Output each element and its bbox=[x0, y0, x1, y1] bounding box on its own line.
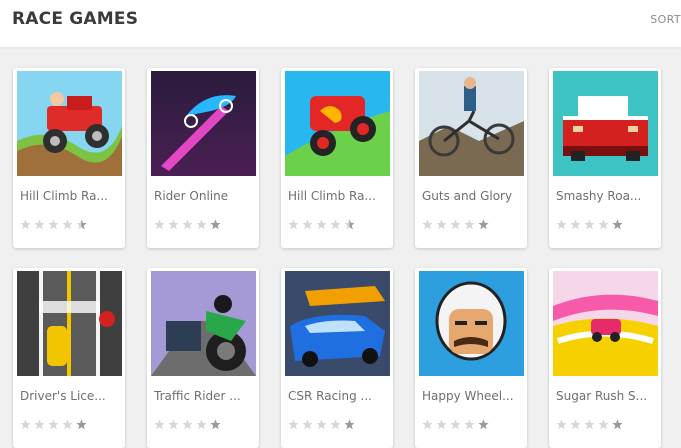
rider-online-icon bbox=[151, 71, 256, 176]
games-grid: Hill Climb Ra... Rider Online Hill Climb… bbox=[0, 0, 681, 448]
star-icon bbox=[330, 419, 341, 430]
star-icon bbox=[422, 419, 433, 430]
star-icon bbox=[34, 419, 45, 430]
guts-and-glory-icon bbox=[419, 71, 524, 176]
game-card[interactable]: Hill Climb Ra... bbox=[281, 68, 393, 248]
hill-climb-racing-2-icon bbox=[285, 71, 390, 176]
star-icon bbox=[168, 419, 179, 430]
star-icon bbox=[464, 419, 475, 430]
sort-button[interactable]: SORT bbox=[650, 13, 681, 26]
rating-stars bbox=[556, 219, 623, 231]
star-icon bbox=[344, 419, 355, 430]
star-icon bbox=[302, 219, 313, 230]
game-title: Traffic Rider ... bbox=[154, 389, 241, 403]
star-icon bbox=[154, 419, 165, 430]
star-icon bbox=[436, 219, 447, 230]
star-icon bbox=[76, 419, 87, 430]
star-icon bbox=[556, 219, 567, 230]
traffic-rider-icon bbox=[151, 271, 256, 376]
star-icon bbox=[344, 219, 355, 230]
csr-racing-icon bbox=[285, 271, 390, 376]
star-icon bbox=[182, 219, 193, 230]
star-icon bbox=[62, 419, 73, 430]
star-icon bbox=[48, 219, 59, 230]
game-card[interactable]: Hill Climb Ra... bbox=[13, 68, 125, 248]
star-icon bbox=[584, 219, 595, 230]
game-title: Rider Online bbox=[154, 189, 229, 203]
star-icon bbox=[196, 419, 207, 430]
rating-stars bbox=[20, 419, 87, 431]
star-icon bbox=[556, 419, 567, 430]
rating-stars bbox=[556, 419, 623, 431]
rating-stars bbox=[288, 419, 355, 431]
star-icon bbox=[330, 219, 341, 230]
game-card[interactable]: CSR Racing ... bbox=[281, 268, 393, 448]
game-title: Sugar Rush S... bbox=[556, 389, 648, 403]
star-icon bbox=[182, 419, 193, 430]
star-icon bbox=[168, 219, 179, 230]
star-icon bbox=[20, 219, 31, 230]
game-card[interactable]: Rider Online bbox=[147, 68, 259, 248]
star-icon bbox=[478, 419, 489, 430]
star-icon bbox=[570, 219, 581, 230]
game-card[interactable]: Guts and Glory bbox=[415, 68, 527, 248]
game-card[interactable]: Happy Wheel... bbox=[415, 268, 527, 448]
star-icon bbox=[316, 219, 327, 230]
star-icon bbox=[570, 419, 581, 430]
star-icon bbox=[20, 419, 31, 430]
star-icon bbox=[316, 419, 327, 430]
sugar-rush-icon bbox=[553, 271, 658, 376]
game-title: Guts and Glory bbox=[422, 189, 513, 203]
star-icon bbox=[464, 219, 475, 230]
game-title: CSR Racing ... bbox=[288, 389, 372, 403]
star-icon bbox=[210, 419, 221, 430]
star-icon bbox=[210, 219, 221, 230]
star-icon bbox=[76, 219, 87, 230]
game-title: Hill Climb Ra... bbox=[20, 189, 108, 203]
rating-stars bbox=[20, 219, 87, 231]
game-title: Happy Wheel... bbox=[422, 389, 514, 403]
star-icon bbox=[612, 219, 623, 230]
rating-stars bbox=[288, 219, 355, 231]
game-card[interactable]: Driver's Lice... bbox=[13, 268, 125, 448]
game-card[interactable]: Traffic Rider ... bbox=[147, 268, 259, 448]
star-icon bbox=[288, 219, 299, 230]
happy-wheels-icon bbox=[419, 271, 524, 376]
star-icon bbox=[34, 219, 45, 230]
hill-climb-racing-icon bbox=[17, 71, 122, 176]
star-icon bbox=[436, 419, 447, 430]
game-card[interactable]: Smashy Roa... bbox=[549, 68, 661, 248]
star-icon bbox=[584, 419, 595, 430]
page-header: RACE GAMES SORT bbox=[0, 0, 681, 47]
smashy-road-icon bbox=[553, 71, 658, 176]
star-icon bbox=[302, 419, 313, 430]
star-icon bbox=[598, 219, 609, 230]
star-icon bbox=[48, 419, 59, 430]
star-icon bbox=[478, 219, 489, 230]
rating-stars bbox=[154, 219, 221, 231]
star-icon bbox=[450, 419, 461, 430]
game-title: Smashy Roa... bbox=[556, 189, 642, 203]
game-title: Hill Climb Ra... bbox=[288, 189, 376, 203]
game-card[interactable]: Sugar Rush S... bbox=[549, 268, 661, 448]
star-icon bbox=[196, 219, 207, 230]
rating-stars bbox=[422, 219, 489, 231]
drivers-license-icon bbox=[17, 271, 122, 376]
star-icon bbox=[288, 419, 299, 430]
star-icon bbox=[450, 219, 461, 230]
page-title: RACE GAMES bbox=[12, 9, 139, 29]
rating-stars bbox=[422, 419, 489, 431]
star-icon bbox=[422, 219, 433, 230]
rating-stars bbox=[154, 419, 221, 431]
star-icon bbox=[62, 219, 73, 230]
star-icon bbox=[154, 219, 165, 230]
star-icon bbox=[612, 419, 623, 430]
star-icon bbox=[598, 419, 609, 430]
game-title: Driver's Lice... bbox=[20, 389, 106, 403]
